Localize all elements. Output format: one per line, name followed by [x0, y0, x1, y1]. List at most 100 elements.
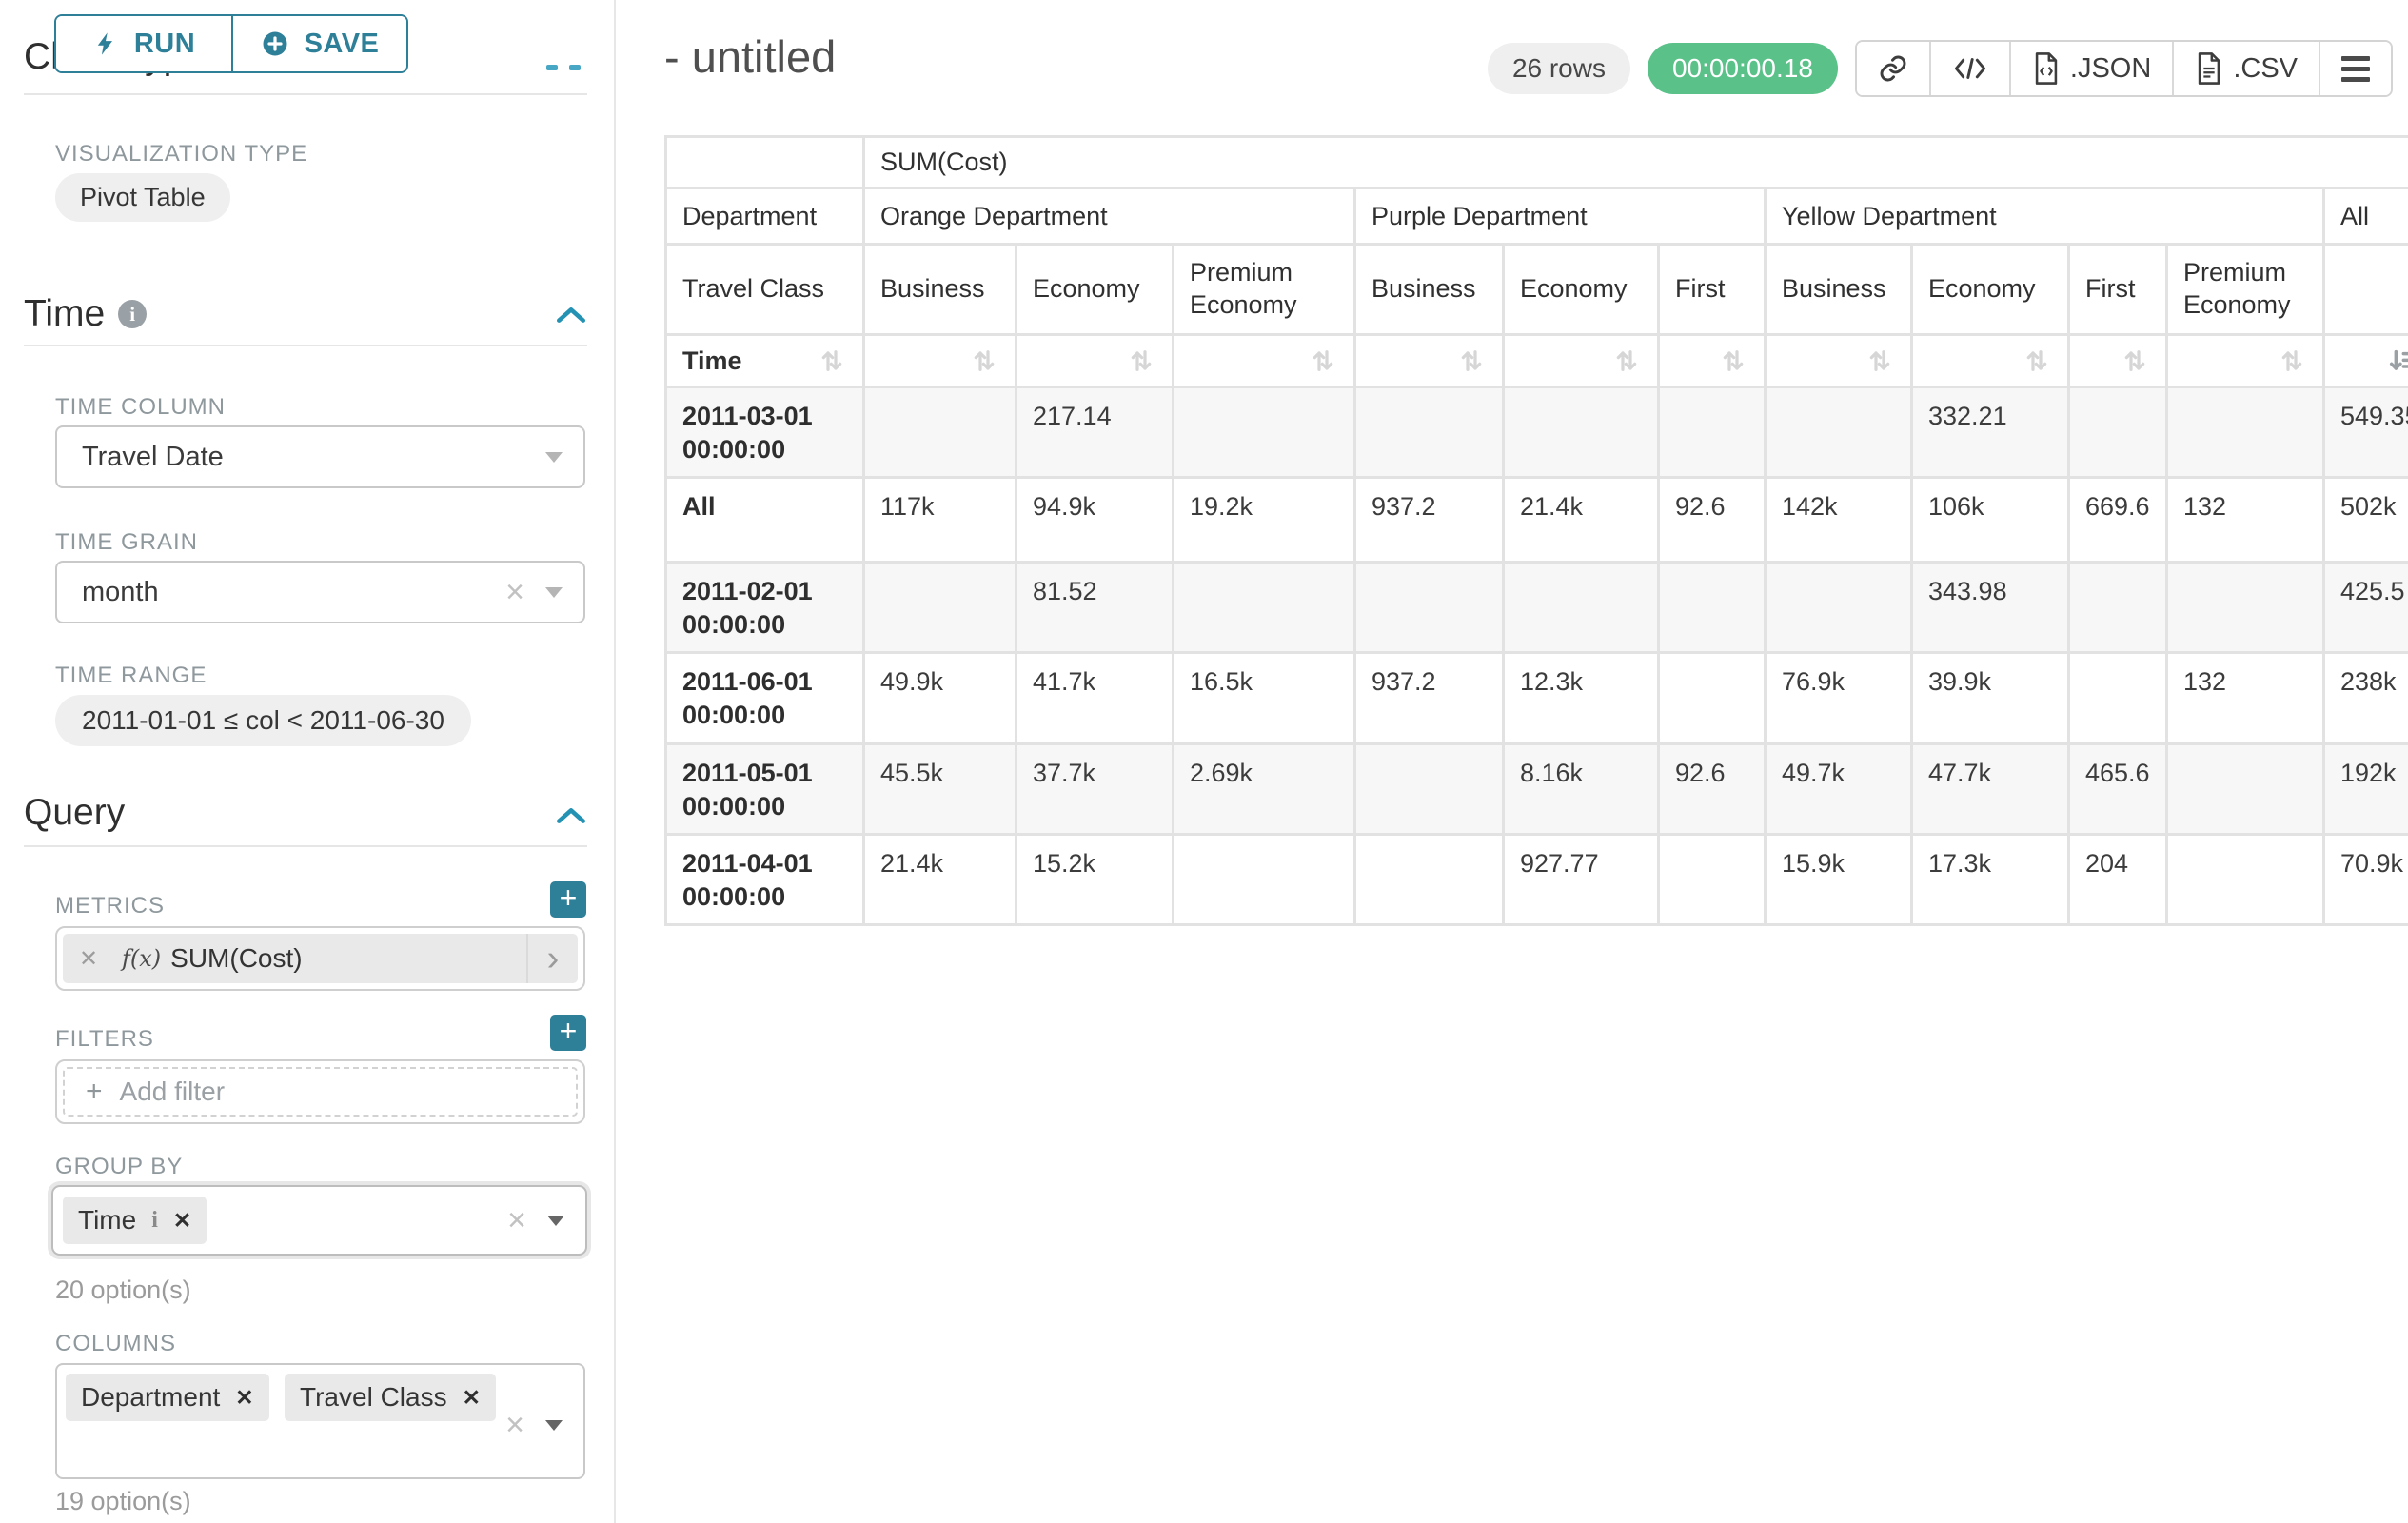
- sort-icon[interactable]: [1865, 346, 1895, 376]
- sort-icon[interactable]: [1308, 346, 1338, 376]
- run-button[interactable]: RUN: [56, 16, 231, 71]
- value-cell: 49.7k: [1767, 745, 1910, 833]
- columns-select[interactable]: Department ✕ Travel Class ✕ ×: [55, 1363, 585, 1479]
- sort-cell[interactable]: [1767, 336, 1910, 386]
- group-by-chip-time[interactable]: Time i ✕: [63, 1197, 207, 1244]
- sort-cell[interactable]: [2325, 336, 2408, 386]
- clear-icon[interactable]: ×: [507, 1204, 526, 1236]
- time-section-collapse-chevron-icon[interactable]: [555, 305, 587, 330]
- remove-metric-icon[interactable]: ✕: [63, 945, 114, 973]
- time-grain-select[interactable]: month ×: [55, 561, 585, 623]
- menu-button[interactable]: [2319, 42, 2391, 95]
- embed-code-button[interactable]: [1929, 42, 2009, 95]
- metric-name: SUM(Cost): [170, 943, 526, 974]
- value-cell: 47.7k: [1913, 745, 2067, 833]
- plus-icon: +: [86, 1076, 103, 1108]
- chevron-down-icon[interactable]: [545, 587, 563, 598]
- value-cell: 17.3k: [1913, 836, 2067, 923]
- chevron-down-icon[interactable]: [545, 1420, 563, 1431]
- columns-chip-travel-class[interactable]: Travel Class ✕: [285, 1374, 496, 1421]
- metric-chip[interactable]: ✕ f(x) SUM(Cost) ›: [63, 934, 578, 983]
- sort-icon[interactable]: [1456, 346, 1487, 376]
- chevron-down-icon[interactable]: [545, 452, 563, 463]
- visualization-type-pill[interactable]: Pivot Table: [55, 173, 230, 222]
- value-cell: [1660, 388, 1764, 476]
- class-header-cell: Business: [1767, 246, 1910, 333]
- class-header-cell: Premium Economy: [2168, 246, 2322, 333]
- value-cell: [2168, 836, 2322, 923]
- value-cell: 937.2: [1356, 479, 1502, 561]
- time-header-label: Time: [682, 346, 742, 376]
- value-cell: 49.9k: [865, 654, 1015, 742]
- clear-icon[interactable]: ×: [505, 576, 524, 608]
- class-header-cell: Economy: [1017, 246, 1172, 333]
- sort-icon[interactable]: [1611, 346, 1642, 376]
- time-column-select[interactable]: Travel Date: [55, 425, 585, 488]
- value-cell: 92.6: [1660, 479, 1764, 561]
- copy-link-button[interactable]: [1857, 42, 1929, 95]
- save-button[interactable]: SAVE: [231, 16, 406, 71]
- columns-options-count: 19 option(s): [55, 1487, 191, 1516]
- remove-chip-icon[interactable]: ✕: [463, 1385, 481, 1411]
- query-section-collapse-chevron-icon[interactable]: [555, 805, 587, 831]
- travel-class-header-cell: Travel Class: [667, 246, 862, 333]
- value-cell: 41.7k: [1017, 654, 1172, 742]
- value-cell: 21.4k: [1505, 479, 1657, 561]
- section-divider: [24, 845, 587, 847]
- sort-cell[interactable]: [1017, 336, 1172, 386]
- sort-cell[interactable]: [865, 336, 1015, 386]
- code-icon: [1952, 54, 1988, 83]
- chevron-right-icon[interactable]: ›: [526, 934, 578, 983]
- query-section-heading: Query: [24, 792, 125, 834]
- columns-chip-department[interactable]: Department ✕: [66, 1374, 269, 1421]
- sort-descending-icon[interactable]: [2387, 346, 2408, 376]
- clear-icon[interactable]: ×: [505, 1409, 524, 1441]
- value-cell: 238k: [2325, 654, 2408, 742]
- time-range-pill[interactable]: 2011-01-01 ≤ col < 2011-06-30: [55, 695, 471, 746]
- time-grain-label: TIME GRAIN: [55, 529, 198, 556]
- value-cell: 132: [2168, 654, 2322, 742]
- chevron-down-icon[interactable]: [547, 1216, 564, 1226]
- value-cell: 45.5k: [865, 745, 1015, 833]
- value-cell: 8.16k: [1505, 745, 1657, 833]
- sort-cell[interactable]: [2070, 336, 2165, 386]
- group-header-cell: Purple Department: [1356, 189, 1764, 243]
- group-by-select[interactable]: Time i ✕ ×: [51, 1185, 587, 1256]
- hamburger-menu-icon: [2341, 56, 2370, 82]
- value-cell: 70.9k: [2325, 836, 2408, 923]
- sort-cell[interactable]: [1505, 336, 1657, 386]
- export-csv-button[interactable]: .CSV: [2172, 42, 2319, 95]
- sort-cell[interactable]: [2168, 336, 2322, 386]
- sort-icon[interactable]: [2022, 346, 2052, 376]
- sort-cell[interactable]: [1913, 336, 2067, 386]
- remove-chip-icon[interactable]: ✕: [173, 1208, 191, 1234]
- add-filter-button[interactable]: + Add filter: [63, 1067, 578, 1117]
- filters-control: + Add filter: [55, 1059, 585, 1124]
- sort-icon[interactable]: [1718, 346, 1748, 376]
- sort-icon[interactable]: [1126, 346, 1156, 376]
- value-cell: [1174, 836, 1353, 923]
- sort-icon[interactable]: [969, 346, 999, 376]
- class-header-cell: Economy: [1505, 246, 1657, 333]
- sort-cell[interactable]: [1174, 336, 1353, 386]
- add-metric-button[interactable]: +: [550, 881, 586, 918]
- sort-cell[interactable]: [1356, 336, 1502, 386]
- time-sort-cell[interactable]: Time: [667, 336, 862, 386]
- info-icon: i: [118, 300, 147, 328]
- sort-cell[interactable]: [1660, 336, 1764, 386]
- sort-icon[interactable]: [817, 346, 847, 376]
- department-header-cell: Department: [667, 189, 862, 243]
- result-toolbar: 26 rows 00:00:00.18: [1488, 40, 2393, 97]
- file-code-icon: [2032, 52, 2061, 85]
- value-cell: [1505, 564, 1657, 651]
- class-header-cell: First: [1660, 246, 1764, 333]
- remove-chip-icon[interactable]: ✕: [235, 1385, 253, 1411]
- group-header-cell: Orange Department: [865, 189, 1353, 243]
- sort-icon[interactable]: [2277, 346, 2307, 376]
- sort-icon[interactable]: [2120, 346, 2150, 376]
- pivot-table: SUM(Cost)DepartmentOrange DepartmentPurp…: [664, 135, 2408, 926]
- add-filter-plus-button[interactable]: +: [550, 1015, 586, 1051]
- value-cell: [1356, 388, 1502, 476]
- export-json-button[interactable]: .JSON: [2009, 42, 2172, 95]
- chart-title[interactable]: - untitled: [664, 30, 836, 83]
